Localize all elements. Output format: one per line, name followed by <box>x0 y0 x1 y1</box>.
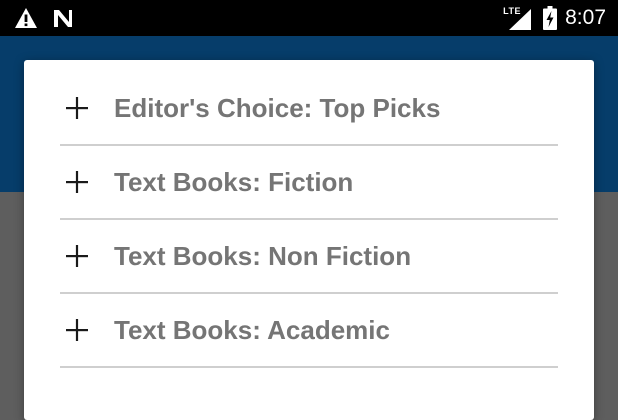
plus-icon[interactable] <box>66 171 88 193</box>
status-system: LTE 8:07 <box>503 4 606 32</box>
category-item-academic[interactable]: Text Books: Academic <box>60 294 558 368</box>
lte-signal-indicator: LTE <box>503 6 533 30</box>
plus-icon[interactable] <box>66 97 88 119</box>
category-item-label: Editor's Choice: Top Picks <box>114 92 441 123</box>
lte-signal-icon <box>509 9 532 30</box>
category-item-fiction[interactable]: Text Books: Fiction <box>60 146 558 220</box>
status-notifications <box>14 6 74 30</box>
category-item-editors-choice[interactable]: Editor's Choice: Top Picks <box>60 60 558 146</box>
category-dialog: Editor's Choice: Top Picks Text Books: F… <box>24 60 594 420</box>
status-bar: LTE 8:07 <box>0 0 618 36</box>
clock: 8:07 <box>565 6 606 29</box>
warning-icon <box>15 8 37 28</box>
category-item-label: Text Books: Fiction <box>114 166 354 197</box>
category-item-non-fiction[interactable]: Text Books: Non Fiction <box>60 220 558 294</box>
n-notification-icon <box>54 10 72 27</box>
category-list: Editor's Choice: Top Picks Text Books: F… <box>60 60 558 368</box>
plus-icon[interactable] <box>66 319 88 341</box>
screen: { "status_bar": { "network_label": "LTE"… <box>0 0 618 420</box>
category-item-label: Text Books: Non Fiction <box>114 240 412 271</box>
plus-icon[interactable] <box>66 245 88 267</box>
battery-charging-icon <box>543 6 558 30</box>
category-item-label: Text Books: Academic <box>114 314 390 345</box>
